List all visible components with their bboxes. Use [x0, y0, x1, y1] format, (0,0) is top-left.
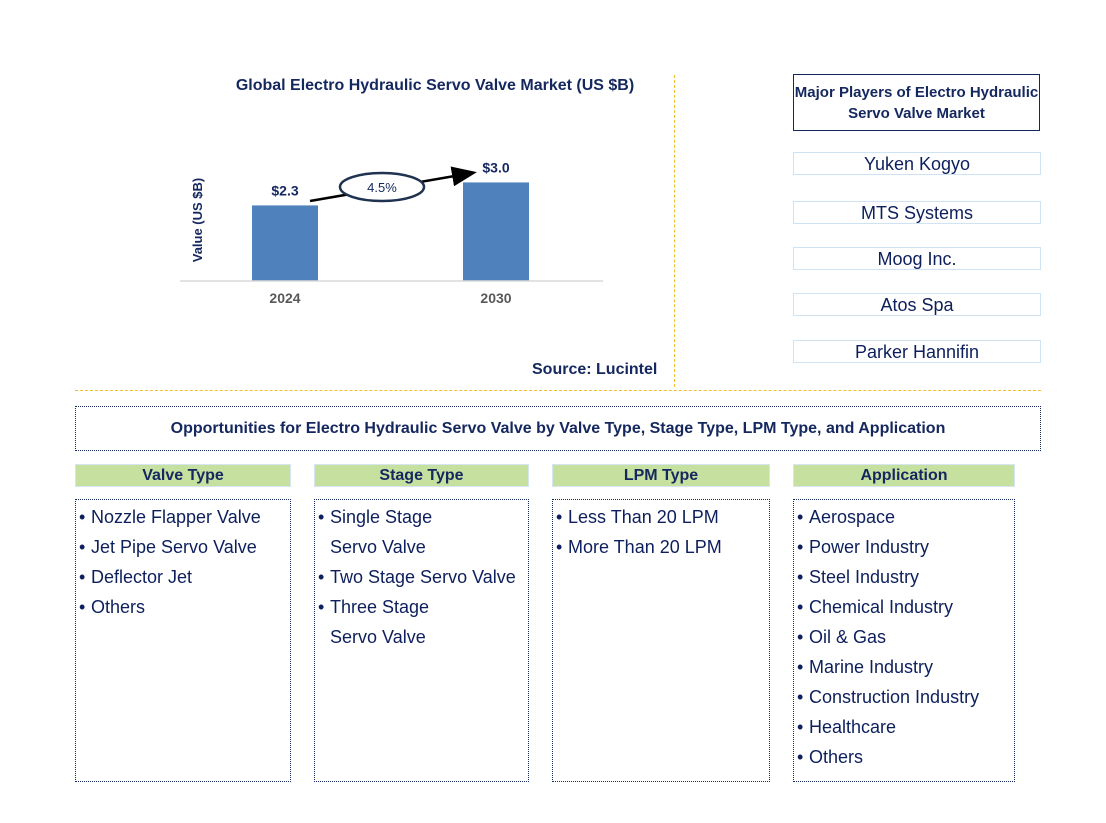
category-item: • Power Industry [797, 532, 1014, 562]
bullet-icon: • [318, 597, 325, 617]
category-item: • Jet Pipe Servo Valve [79, 532, 290, 562]
category-item-text: Two Stage Servo Valve [330, 567, 516, 587]
bullet-icon: • [79, 567, 86, 587]
x-tick-label: 2024 [269, 290, 300, 306]
category-item: • Nozzle Flapper Valve [79, 502, 290, 532]
category-header-lpm-type: LPM Type [552, 464, 770, 487]
category-item: Servo Valve [318, 532, 528, 562]
category-item: • Oil & Gas [797, 622, 1014, 652]
category-item: • Others [79, 592, 290, 622]
category-item-text: Aerospace [809, 507, 896, 527]
category-item: • Aerospace [797, 502, 1014, 532]
category-item: • Single Stage [318, 502, 528, 532]
data-label: $2.3 [271, 182, 298, 198]
player-item: Yuken Kogyo [793, 152, 1041, 175]
category-item: • More Than 20 LPM [556, 532, 769, 562]
bullet-icon: • [556, 507, 563, 527]
bullet-icon: • [79, 507, 86, 527]
category-item: • Steel Industry [797, 562, 1014, 592]
category-item-text: Others [91, 597, 146, 617]
category-item-text: Others [809, 747, 864, 767]
category-header-application: Application [793, 464, 1015, 487]
category-item: • Two Stage Servo Valve [318, 562, 528, 592]
opportunities-title: Opportunities for Electro Hydraulic Serv… [75, 406, 1041, 451]
category-item-text: Deflector Jet [91, 567, 193, 587]
bullet-icon: • [797, 507, 804, 527]
bullet-icon: • [79, 537, 86, 557]
bar-2030 [463, 182, 529, 281]
bullet-icon: • [797, 657, 804, 677]
category-item: • Three Stage [318, 592, 528, 622]
y-axis-label: Value (US $B) [190, 178, 205, 263]
category-item-text: Single Stage [330, 507, 433, 527]
category-header-stage-type: Stage Type [314, 464, 529, 487]
category-item-text: Steel Industry [809, 567, 920, 587]
bullet-icon: • [318, 567, 325, 587]
category-item: • Construction Industry [797, 682, 1014, 712]
category-header-valve-type: Valve Type [75, 464, 291, 487]
bullet-icon: • [556, 537, 563, 557]
category-list-lpm-type: • Less Than 20 LPM • More Than 20 LPM [552, 499, 770, 782]
x-tick-label: 2030 [480, 290, 511, 306]
category-item-text: Three Stage [330, 597, 430, 617]
category-item-text: Servo Valve [330, 627, 426, 647]
player-item: MTS Systems [793, 201, 1041, 224]
category-item-text: More Than 20 LPM [568, 537, 722, 557]
category-item: • Marine Industry [797, 652, 1014, 682]
category-list-valve-type: • Nozzle Flapper Valve • Jet Pipe Servo Val… [75, 499, 291, 782]
bullet-icon: • [318, 507, 325, 527]
bar-2024 [252, 205, 318, 281]
data-label: $3.0 [482, 159, 509, 175]
bullet-icon: • [797, 537, 804, 557]
cagr-label: 4.5% [367, 180, 397, 195]
category-item-text: Power Industry [809, 537, 930, 557]
bullet-icon: • [797, 597, 804, 617]
bullet-icon: • [797, 747, 804, 767]
category-item: • Deflector Jet [79, 562, 290, 592]
horizontal-divider [75, 390, 1041, 391]
category-item: • Others [797, 742, 1014, 772]
category-item-text: Marine Industry [809, 657, 934, 677]
source-label: Source: Lucintel [532, 361, 658, 378]
bullet-icon: • [797, 567, 804, 587]
category-item-text: Oil & Gas [809, 627, 887, 647]
player-item: Atos Spa [793, 293, 1041, 316]
category-item: • Chemical Industry [797, 592, 1014, 622]
cagr-annotation: 4.5% [309, 166, 477, 203]
bar-chart: Value (US $B) $2.3 2024 $3.0 2030 4.5% [180, 159, 603, 306]
bullet-icon: • [797, 627, 804, 647]
category-item: Servo Valve [318, 622, 528, 652]
category-item-text: Jet Pipe Servo Valve [91, 537, 257, 557]
category-item-text: Healthcare [809, 717, 897, 737]
bullet-icon: • [79, 597, 86, 617]
player-item: Moog Inc. [793, 247, 1041, 270]
category-item-text: Chemical Industry [809, 597, 954, 617]
player-item: Parker Hannifin [793, 340, 1041, 363]
players-title: Major Players of Electro Hydraulic Servo… [793, 74, 1040, 131]
category-item-text: Construction Industry [809, 687, 980, 707]
category-list-application: • Aerospace • Power Industry • Steel Industry… [793, 499, 1015, 782]
category-list-stage-type: • Single Stage Servo Valve • Two Stage Servo… [314, 499, 529, 782]
bullet-icon: • [797, 687, 804, 707]
bullet-icon: • [797, 717, 804, 737]
category-item: • Healthcare [797, 712, 1014, 742]
chart-title: Global Electro Hydraulic Servo Valve Mar… [235, 77, 635, 94]
category-item-text: Nozzle Flapper Valve [91, 507, 261, 527]
category-item-text: Less Than 20 LPM [568, 507, 719, 527]
vertical-divider [674, 75, 675, 387]
category-item: • Less Than 20 LPM [556, 502, 769, 532]
category-item-text: Servo Valve [330, 537, 426, 557]
